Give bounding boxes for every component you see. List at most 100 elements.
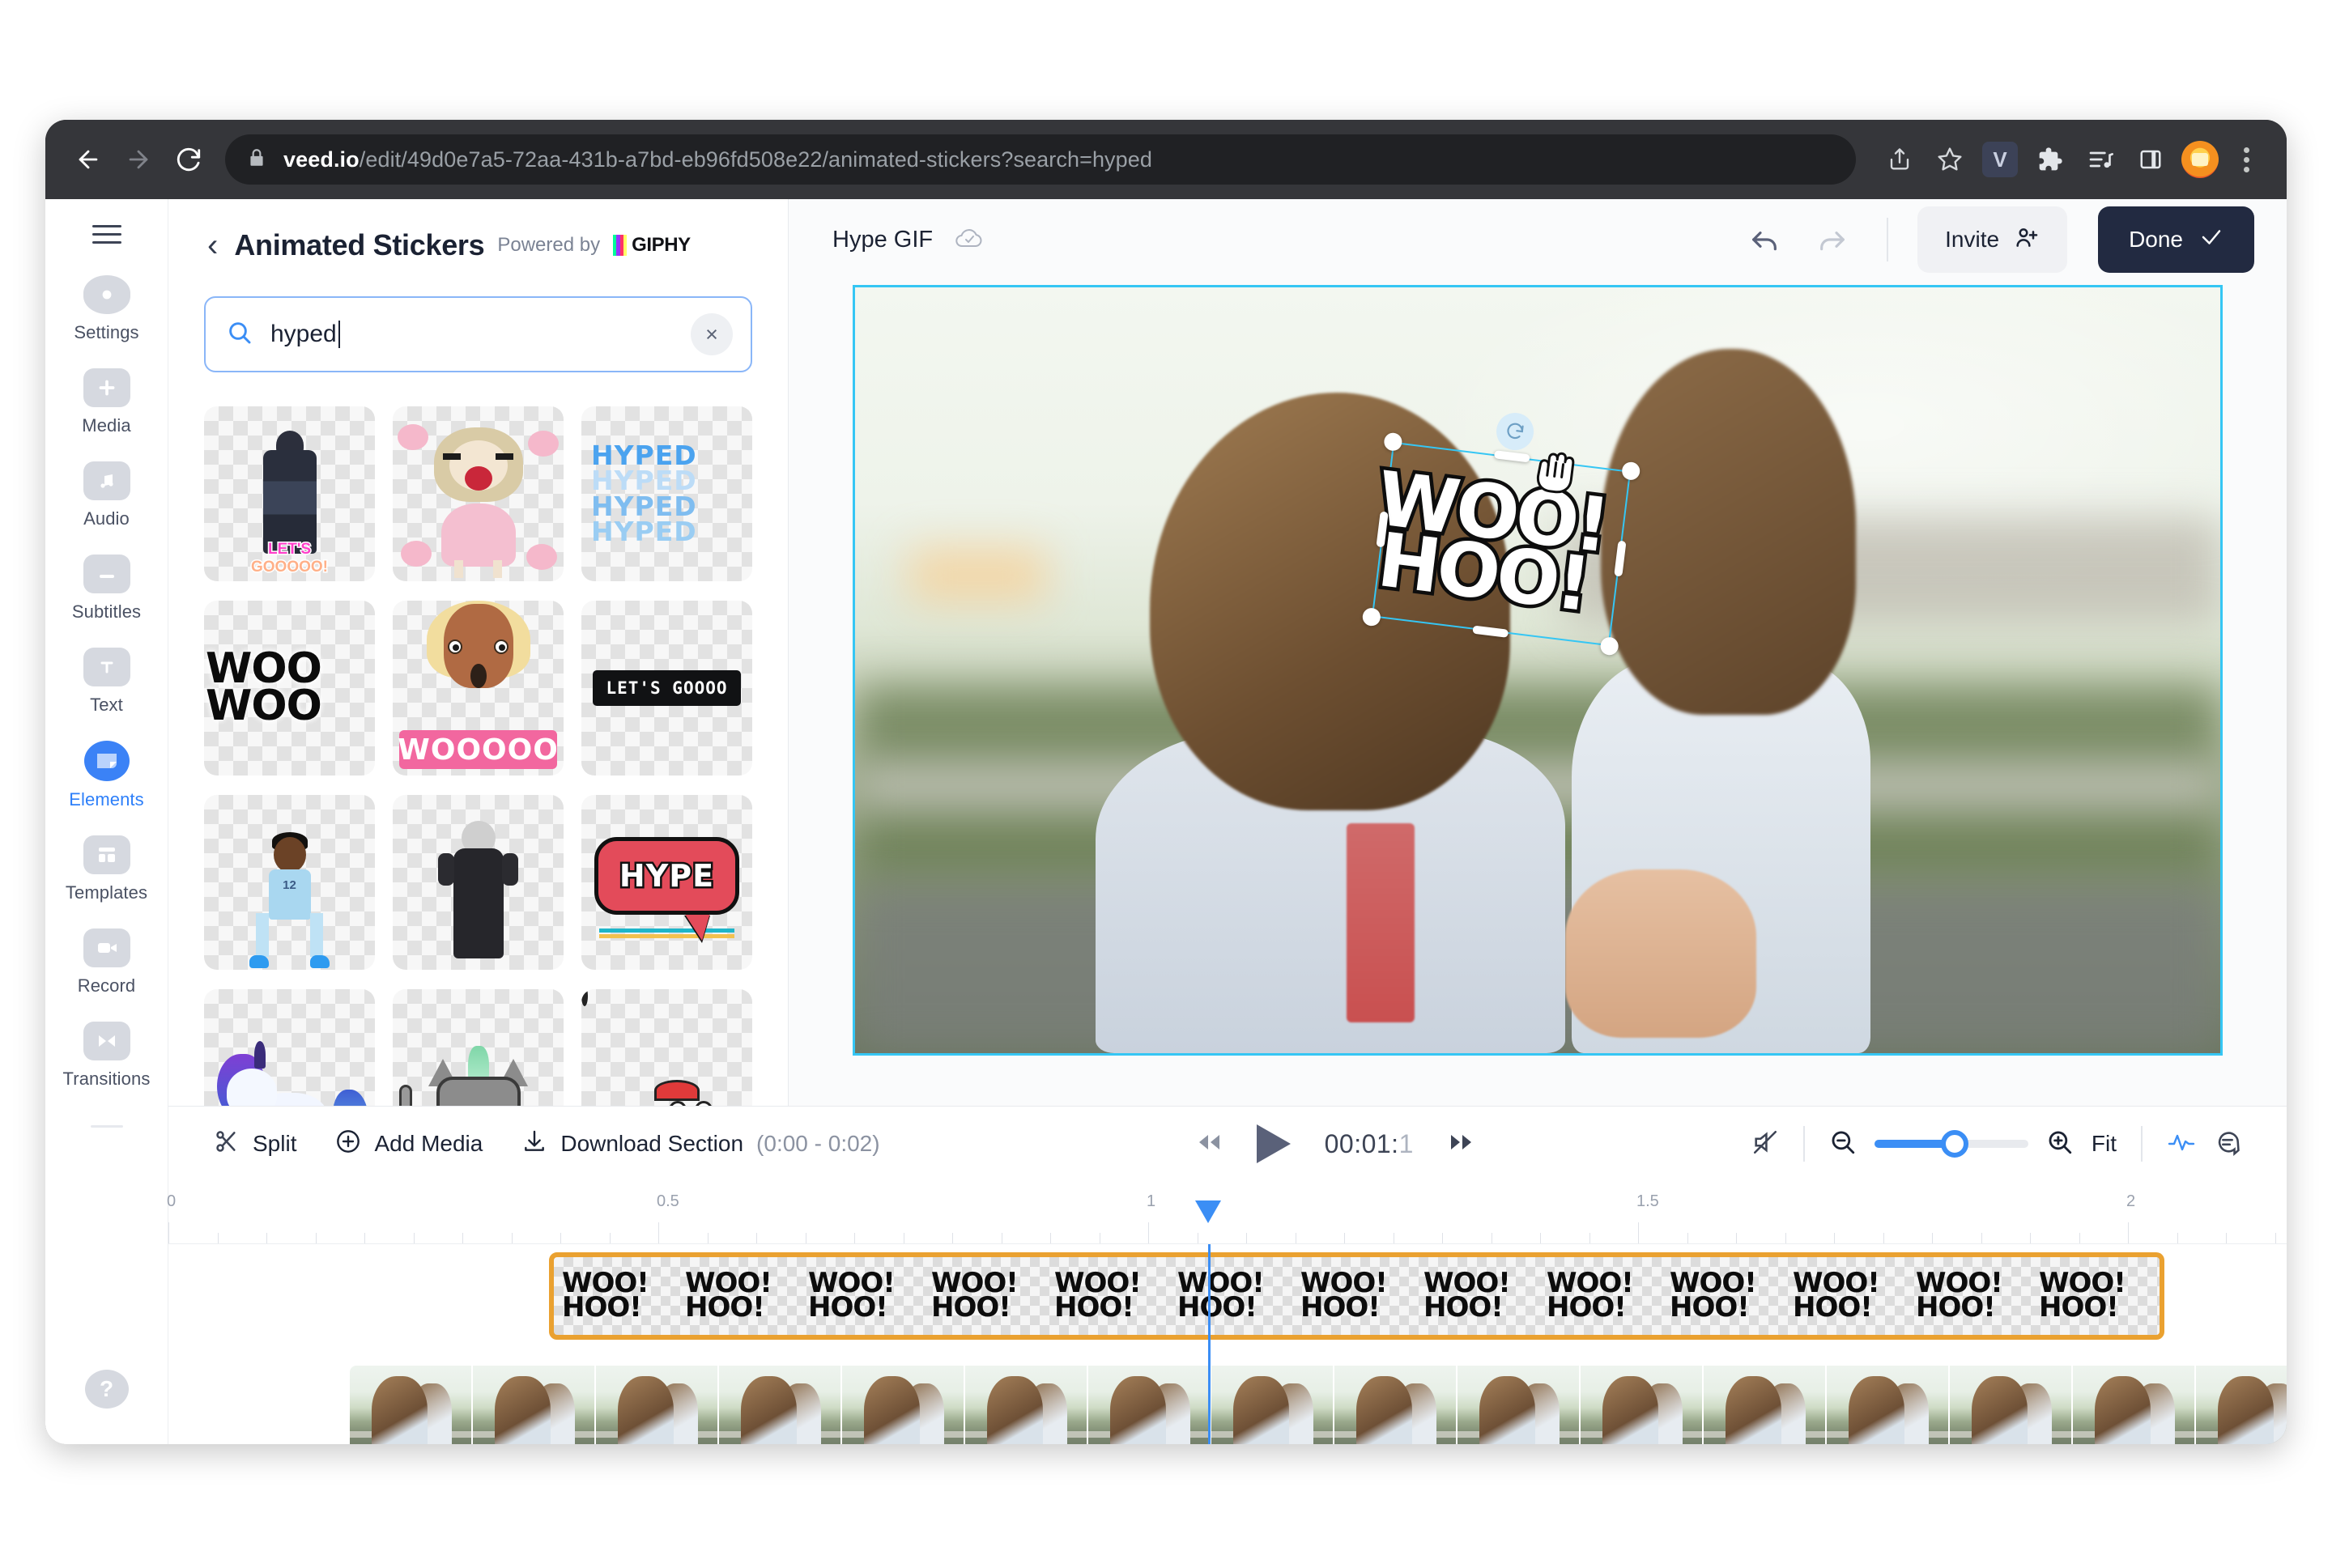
ruler-tick: [1736, 1233, 1737, 1243]
sticker-item[interactable]: LET'S GOOOOO!: [204, 406, 375, 581]
clip-thumb-line-2: HOO!: [562, 1291, 642, 1324]
video-canvas[interactable]: WOO! HOO!: [853, 285, 2223, 1056]
divider: [1802, 1126, 1805, 1162]
zoom-slider-knob[interactable]: [1940, 1130, 1968, 1158]
sidebar-item-elements[interactable]: Elements: [59, 730, 155, 820]
split-label: Split: [253, 1131, 297, 1156]
ruler-tick: [1638, 1222, 1639, 1243]
sticker-item[interactable]: [393, 795, 564, 970]
waveform-icon[interactable]: [2167, 1130, 2196, 1158]
sticker-item[interactable]: HYPE: [581, 795, 752, 970]
browser-menu-icon[interactable]: [2223, 137, 2269, 182]
share-icon[interactable]: [1877, 137, 1922, 182]
zoom-out-button[interactable]: [1829, 1128, 1857, 1160]
sidebar-item-templates[interactable]: Templates: [59, 825, 155, 913]
redo-button[interactable]: [1807, 215, 1858, 265]
back-button[interactable]: [63, 134, 113, 185]
clear-search-button[interactable]: ×: [691, 313, 733, 355]
clip-thumbnail: WOO! HOO!: [554, 1269, 677, 1324]
zoom-slider[interactable]: [1874, 1130, 2028, 1158]
clip-thumbnail: WOO! HOO!: [1908, 1269, 2031, 1321]
timeline-ruler[interactable]: 0 0.5 1 1.5 2: [167, 1181, 2287, 1244]
ruler-label: 1.5: [1636, 1192, 1659, 1210]
fit-button[interactable]: Fit: [2092, 1131, 2117, 1157]
clip-thumbnail: WOO! HOO!: [923, 1269, 1046, 1321]
media-playlist-icon[interactable]: [2078, 137, 2123, 182]
clip-thumb-line-2: HOO!: [1670, 1291, 1750, 1324]
ruler-tick: [1246, 1233, 1247, 1243]
sticker-item[interactable]: WOO WOO: [204, 601, 375, 776]
browser-window: veed.io/edit/49d0e7a5-72aa-431b-a7bd-eb9…: [45, 120, 2287, 1444]
sidebar-item-media[interactable]: Media: [59, 358, 155, 446]
filmstrip-frame: [1088, 1366, 1211, 1444]
frame-person-front: [1233, 1375, 1289, 1444]
captions-icon[interactable]: [2214, 1128, 2241, 1160]
play-button[interactable]: [1256, 1124, 1291, 1163]
project-title[interactable]: Hype GIF: [832, 227, 933, 253]
done-button[interactable]: Done: [2098, 206, 2254, 273]
download-section-button[interactable]: Download Section (0:00 - 0:02): [521, 1128, 880, 1160]
avatar-glyph: [2192, 153, 2208, 166]
profile-avatar[interactable]: [2181, 141, 2219, 178]
filmstrip-frame: [1950, 1366, 2073, 1444]
granny-arm: [502, 853, 518, 886]
bookmark-star-icon[interactable]: [1927, 137, 1972, 182]
extensions-puzzle-icon[interactable]: [2028, 137, 2073, 182]
frame-person-front: [495, 1375, 551, 1444]
time-frames: 1: [1398, 1128, 1414, 1158]
sidebar-item-record[interactable]: Record: [59, 918, 155, 1006]
skip-back-button[interactable]: [1195, 1132, 1223, 1157]
clip-thumb-line-2: HOO!: [1793, 1291, 1873, 1324]
video-clip[interactable]: [350, 1366, 2287, 1444]
menu-hamburger-icon[interactable]: [91, 225, 121, 244]
clip-thumbnail: WOO! HOO!: [1415, 1269, 1538, 1321]
side-panel-icon[interactable]: [2128, 137, 2173, 182]
sidebar-item-settings[interactable]: Settings: [59, 265, 155, 353]
extension-v-icon[interactable]: V: [1977, 137, 2023, 182]
sticker-item[interactable]: LET'S GOOOO: [581, 601, 752, 776]
playback-controls: 00:01:1: [919, 1124, 1751, 1163]
ruler-tick: [952, 1233, 953, 1243]
granny-arm: [438, 853, 454, 886]
forward-button[interactable]: [113, 134, 164, 185]
frame-person-front: [372, 1375, 428, 1444]
sidebar-item-audio[interactable]: Audio: [59, 451, 155, 539]
panel-back-button[interactable]: ‹: [204, 229, 221, 261]
undo-button[interactable]: [1739, 215, 1789, 265]
reload-button[interactable]: [164, 134, 214, 185]
sticker-search-box[interactable]: hyped ×: [204, 296, 752, 372]
sidebar-item-text[interactable]: Text: [59, 637, 155, 725]
mute-icon[interactable]: [1751, 1128, 1779, 1160]
sticker-item[interactable]: [393, 406, 564, 581]
ruler-tick: [1148, 1222, 1149, 1243]
add-media-button[interactable]: Add Media: [335, 1128, 483, 1160]
invite-button[interactable]: Invite: [1917, 206, 2068, 273]
ruler-tick: [854, 1233, 855, 1243]
ruler-tick: [462, 1233, 463, 1243]
address-bar[interactable]: veed.io/edit/49d0e7a5-72aa-431b-a7bd-eb9…: [225, 134, 1856, 185]
skip-forward-button[interactable]: [1448, 1132, 1475, 1157]
filmstrip-frame: [473, 1366, 596, 1444]
clip-thumb-line-2: HOO!: [1300, 1291, 1381, 1324]
sticker-item[interactable]: HYPED HYPED HYPED HYPED: [581, 406, 752, 581]
playhead[interactable]: [1208, 1244, 1211, 1444]
split-button[interactable]: Split: [214, 1128, 296, 1160]
sticker-item[interactable]: 12: [204, 795, 375, 970]
puff-decor: [528, 431, 559, 457]
ruler-label: 1: [1147, 1192, 1156, 1210]
sidebar-item-subtitles[interactable]: Subtitles: [59, 544, 155, 632]
sticker-clip[interactable]: WOO! HOO! WOO! HOO! WOO! HOO! WOO! HOO! WOO! HOO!…: [549, 1252, 2164, 1340]
download-label: Download Section: [560, 1131, 744, 1156]
clip-thumb-line-2: HOO!: [1547, 1291, 1627, 1324]
selected-sticker[interactable]: WOO! HOO!: [1361, 410, 1641, 657]
camera-icon: [83, 928, 130, 967]
sidebar-item-transitions[interactable]: Transitions: [59, 1011, 155, 1099]
jersey-number: 12: [283, 878, 296, 892]
sticker-item[interactable]: WOOOOO: [393, 601, 564, 776]
ruler-tick: [2275, 1233, 2276, 1243]
sidebar-label-text: Text: [90, 695, 123, 715]
help-icon[interactable]: ?: [84, 1370, 129, 1409]
zoom-in-button[interactable]: [2046, 1128, 2074, 1160]
search-input[interactable]: hyped: [270, 321, 340, 348]
figure-body: [262, 450, 317, 554]
